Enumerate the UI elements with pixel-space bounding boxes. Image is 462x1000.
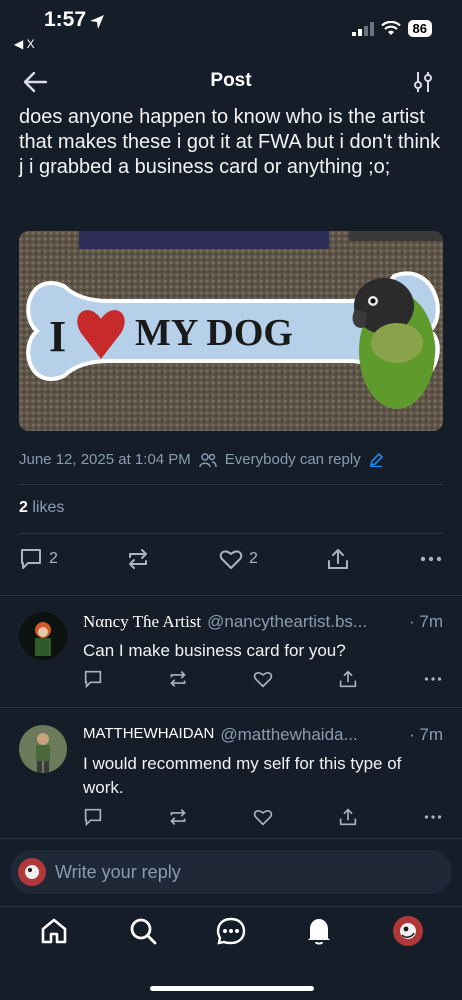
search-icon[interactable] (127, 915, 159, 947)
location-arrow-icon (90, 15, 104, 29)
wifi-icon (380, 21, 401, 35)
post-text: does anyone happen to know who is the ar… (19, 106, 441, 178)
more-options-button[interactable] (419, 548, 443, 570)
status-indicators: 86 (351, 20, 432, 37)
home-indicator[interactable] (150, 986, 314, 991)
like-count: 2 (249, 550, 258, 567)
reply-composer[interactable]: Write your reply (10, 850, 452, 894)
share-icon (328, 549, 349, 569)
reply-actions (83, 808, 443, 826)
likes-summary[interactable]: 2 likes (19, 499, 64, 517)
repost-icon[interactable] (168, 670, 188, 688)
sticker-letter-i: I (49, 312, 66, 361)
reply-setting: Everybody can reply (224, 451, 361, 468)
likes-label: likes (32, 499, 65, 516)
filter-sliders-icon[interactable] (412, 70, 434, 94)
reply-text: Can I make business card for you? (83, 641, 346, 660)
edit-pencil-icon[interactable] (369, 452, 383, 467)
share-icon[interactable] (338, 808, 358, 826)
battery-level: 86 (407, 20, 432, 37)
repost-button[interactable] (126, 548, 150, 570)
reply-item[interactable]: Nαncy Tɦe Artist @nancytheartist.bs... ·… (19, 612, 443, 697)
post-meta: June 12, 2025 at 1:04 PM Everybody can r… (19, 451, 383, 468)
user-avatar (18, 858, 46, 886)
status-time: 1:57 (44, 8, 87, 31)
reply-time: · 7m (409, 725, 443, 744)
reply-item[interactable]: MATTHEWHAIDAN @matthewhaida... · 7m I wo… (19, 725, 443, 830)
home-icon[interactable] (38, 915, 70, 947)
post-image[interactable]: I MY DOG (19, 231, 443, 431)
cellular-signal-icon (351, 21, 374, 36)
comment-icon[interactable] (83, 808, 103, 826)
reply-actions (83, 670, 443, 688)
avatar[interactable] (19, 612, 67, 660)
post-timestamp: June 12, 2025 at 1:04 PM (19, 451, 191, 468)
sticker-my-dog-text: MY DOG (135, 312, 293, 354)
heart-icon (219, 550, 243, 569)
divider (0, 707, 462, 708)
reply-header: MATTHEWHAIDAN @matthewhaida... · 7m (83, 725, 443, 745)
divider (0, 906, 462, 907)
reply-header: Nαncy Tɦe Artist @nancytheartist.bs... ·… (83, 612, 443, 632)
avatar-image (19, 725, 67, 773)
repost-icon[interactable] (168, 808, 188, 826)
heart-icon[interactable] (253, 670, 273, 688)
divider (19, 484, 443, 485)
reply-author-handle[interactable]: @nancytheartist.bs... (207, 612, 403, 632)
reply-input-placeholder: Write your reply (55, 862, 181, 882)
people-icon (199, 452, 217, 467)
profile-avatar-tab[interactable] (392, 915, 424, 947)
divider (19, 533, 443, 534)
back-to-app-link[interactable]: ◀ X (14, 37, 35, 51)
dog-bone-sticker-photo: I MY DOG (19, 231, 443, 431)
ellipsis-icon (420, 556, 442, 562)
avatar-image (19, 612, 67, 660)
reply-author-name[interactable]: Nαncy Tɦe Artist (83, 612, 201, 632)
likes-count: 2 (19, 499, 28, 516)
avatar[interactable] (19, 725, 67, 773)
comment-icon (21, 549, 41, 569)
bottom-tab-bar (0, 915, 462, 947)
reply-count: 2 (49, 550, 58, 567)
post-actions: 2 2 (19, 548, 443, 570)
comment-icon[interactable] (83, 670, 103, 688)
share-icon[interactable] (338, 670, 358, 688)
ellipsis-icon[interactable] (423, 808, 443, 826)
bell-icon[interactable] (303, 915, 335, 947)
reply-text: I would recommend my self for this type … (83, 754, 402, 797)
page-title: Post (210, 70, 252, 91)
share-button[interactable] (326, 548, 350, 570)
heart-icon[interactable] (253, 808, 273, 826)
reply-author-handle[interactable]: @matthewhaida... (220, 725, 403, 745)
like-button[interactable]: 2 (219, 548, 258, 570)
ellipsis-icon[interactable] (423, 670, 443, 688)
chat-icon[interactable] (215, 915, 247, 947)
divider (0, 838, 462, 839)
reply-author-name[interactable]: MATTHEWHAIDAN (83, 725, 214, 745)
divider (0, 595, 462, 596)
reply-button[interactable]: 2 (19, 548, 58, 570)
reply-time: · 7m (409, 612, 443, 631)
repost-icon (129, 549, 148, 569)
